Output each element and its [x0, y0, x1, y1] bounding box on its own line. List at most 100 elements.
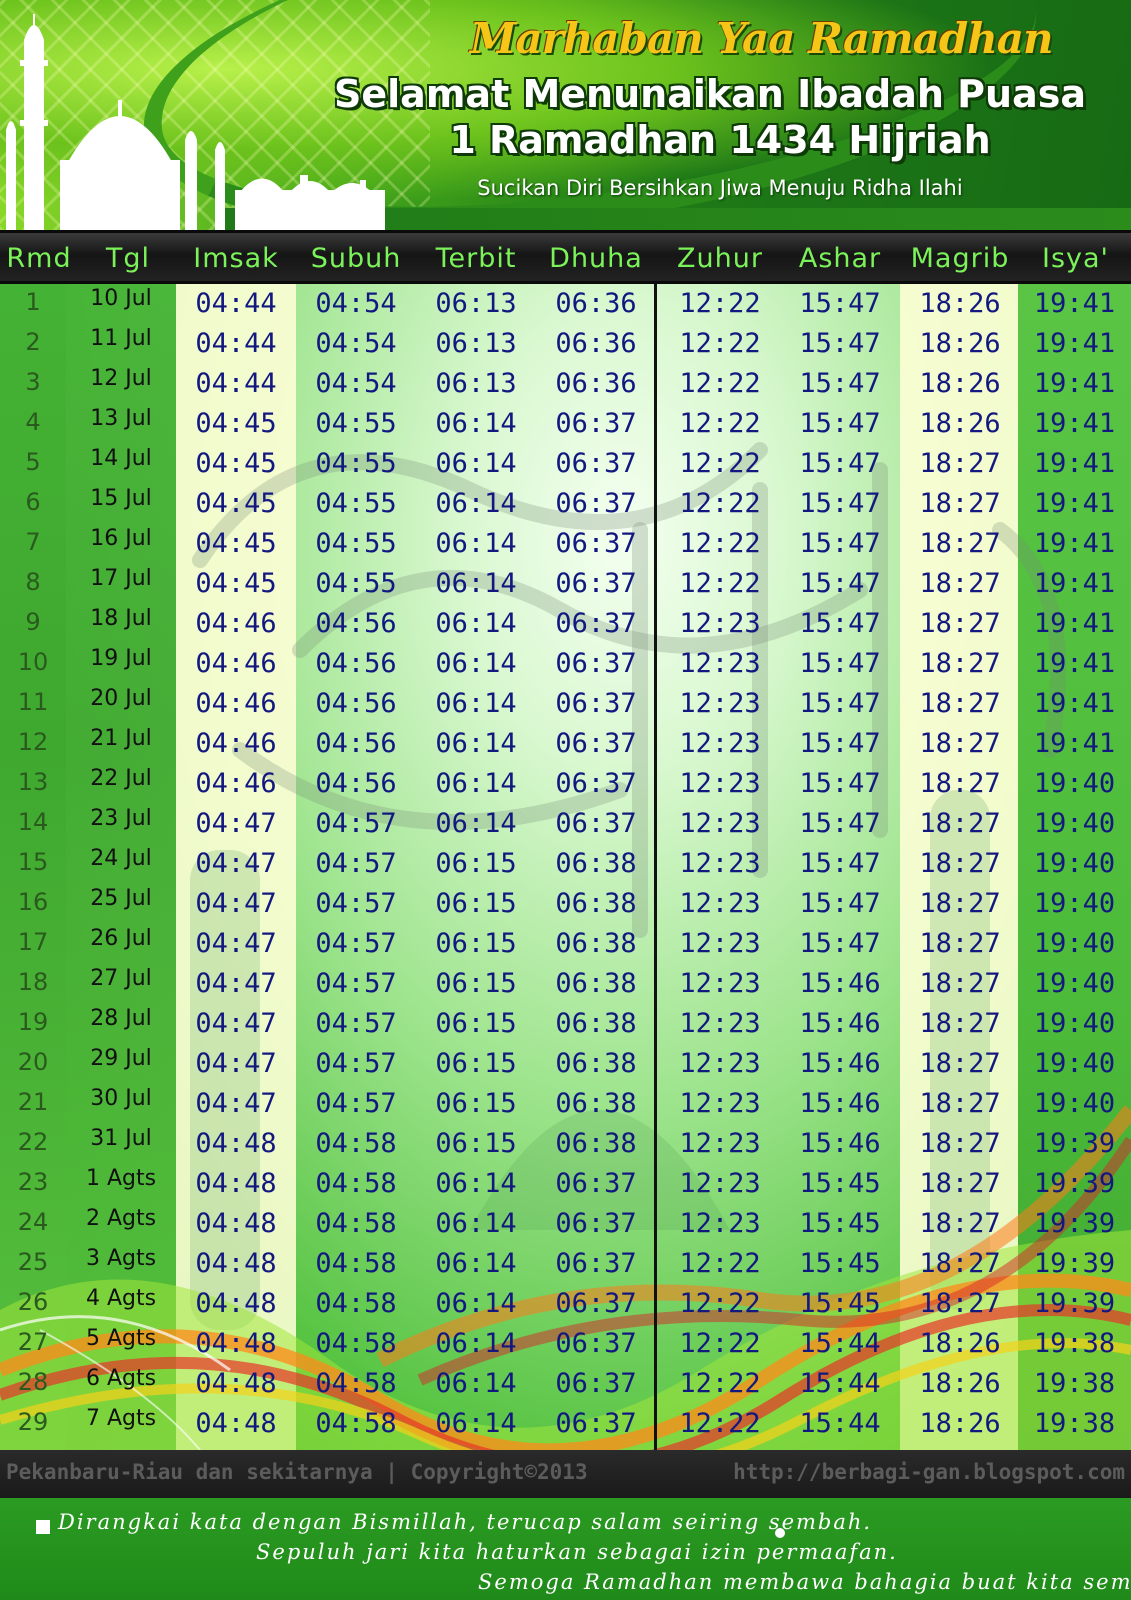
cell-subuh: 04:58: [315, 1408, 397, 1439]
cell-tgl: 2 Agts: [85, 1206, 157, 1231]
cell-isya: 19:39: [1033, 1288, 1116, 1319]
cell-imsak: 04:46: [195, 768, 277, 799]
cell-zuhur: 12:22: [679, 1248, 761, 1279]
cell-ashar: 15:47: [799, 328, 881, 359]
cell-dhuha: 06:37: [555, 1248, 637, 1279]
cell-dhuha: 06:37: [555, 1408, 637, 1439]
cell-dhuha: 06:37: [555, 728, 637, 759]
cell-zuhur: 12:22: [679, 448, 761, 479]
table-row: 4 13 Jul 04:45 04:55 06:14 06:37 12:22 15:47 18:…: [0, 404, 1131, 444]
table-header-row: Rmd Tgl Imsak Subuh Terbit Dhuha Zuhur A…: [0, 230, 1131, 284]
cell-subuh: 04:57: [315, 1048, 397, 1079]
cell-imsak: 04:44: [195, 328, 277, 359]
cell-rmd: 7: [25, 528, 41, 556]
cell-rmd: 28: [17, 1368, 49, 1396]
cell-dhuha: 06:37: [555, 1368, 637, 1399]
table-row: 16 25 Jul 04:47 04:57 06:15 06:38 12:23 15:47 18…: [0, 884, 1131, 924]
cell-ashar: 15:47: [799, 608, 881, 639]
cell-isya: 19:41: [1033, 568, 1116, 599]
cell-ashar: 15:45: [799, 1208, 881, 1239]
cell-dhuha: 06:37: [555, 1288, 637, 1319]
cell-magrib: 18:27: [919, 928, 1001, 959]
cell-terbit: 06:14: [435, 1288, 517, 1319]
table-row: 21 30 Jul 04:47 04:57 06:15 06:38 12:23 15:46 18…: [0, 1084, 1131, 1124]
cell-subuh: 04:57: [315, 808, 397, 839]
cell-subuh: 04:55: [315, 488, 397, 519]
cell-zuhur: 12:23: [679, 1208, 761, 1239]
cell-ashar: 15:46: [799, 1088, 881, 1119]
cell-dhuha: 06:37: [555, 808, 637, 839]
cell-zuhur: 12:23: [679, 808, 761, 839]
cell-terbit: 06:15: [435, 1008, 517, 1039]
col-header-terbit: Terbit: [435, 243, 517, 274]
cell-imsak: 04:48: [195, 1368, 277, 1399]
cell-tgl: 28 Jul: [90, 1006, 152, 1031]
cell-ashar: 15:47: [799, 808, 881, 839]
col-header-imsak: Imsak: [193, 243, 279, 274]
cell-isya: 19:38: [1033, 1328, 1116, 1359]
cell-ashar: 15:46: [799, 968, 881, 999]
cell-ashar: 15:46: [799, 1008, 881, 1039]
cell-isya: 19:41: [1033, 648, 1116, 679]
cell-ashar: 15:47: [799, 848, 881, 879]
cell-ashar: 15:47: [799, 408, 881, 439]
cell-terbit: 06:15: [435, 1048, 517, 1079]
cell-magrib: 18:27: [919, 968, 1001, 999]
cell-zuhur: 12:23: [679, 768, 761, 799]
cell-dhuha: 06:37: [555, 528, 637, 559]
table-row: 11 20 Jul 04:46 04:56 06:14 06:37 12:23 15:47 18…: [0, 684, 1131, 724]
cell-tgl: 31 Jul: [90, 1126, 152, 1151]
cell-subuh: 04:58: [315, 1368, 397, 1399]
cell-magrib: 18:27: [919, 568, 1001, 599]
table-row: 25 3 Agts 04:48 04:58 06:14 06:37 12:22 15:45 18…: [0, 1244, 1131, 1284]
cell-imsak: 04:48: [195, 1248, 277, 1279]
cell-dhuha: 06:38: [555, 928, 637, 959]
cell-dhuha: 06:37: [555, 608, 637, 639]
cell-tgl: 16 Jul: [90, 526, 152, 551]
table-row: 1 10 Jul 04:44 04:54 06:13 06:36 12:22 15:47 18:…: [0, 284, 1131, 324]
cell-subuh: 04:54: [315, 288, 397, 319]
cell-magrib: 18:27: [919, 768, 1001, 799]
cell-dhuha: 06:37: [555, 408, 637, 439]
cell-tgl: 6 Agts: [85, 1366, 157, 1391]
cell-imsak: 04:46: [195, 728, 277, 759]
table-row: 10 19 Jul 04:46 04:56 06:14 06:37 12:23 15:47 18…: [0, 644, 1131, 684]
cell-isya: 19:41: [1033, 528, 1116, 559]
blog-url-link[interactable]: http://berbagi-gan.blogspot.com: [733, 1460, 1125, 1484]
cell-imsak: 04:45: [195, 488, 277, 519]
cell-imsak: 04:47: [195, 1048, 277, 1079]
cell-ashar: 15:44: [799, 1408, 881, 1439]
cell-dhuha: 06:37: [555, 768, 637, 799]
cell-ashar: 15:47: [799, 728, 881, 759]
cell-magrib: 18:27: [919, 1168, 1001, 1199]
cell-tgl: 21 Jul: [90, 726, 152, 751]
cell-dhuha: 06:38: [555, 888, 637, 919]
cell-magrib: 18:26: [919, 368, 1001, 399]
cell-rmd: 9: [25, 608, 41, 636]
cell-isya: 19:41: [1033, 608, 1116, 639]
cell-zuhur: 12:23: [679, 608, 761, 639]
cell-rmd: 18: [17, 968, 49, 996]
cell-isya: 19:40: [1033, 1088, 1116, 1119]
table-row: 19 28 Jul 04:47 04:57 06:15 06:38 12:23 15:46 18…: [0, 1004, 1131, 1044]
poem-line-1: Dirangkai kata dengan Bismillah, terucap…: [58, 1510, 873, 1534]
cell-subuh: 04:57: [315, 1008, 397, 1039]
cell-zuhur: 12:23: [679, 1168, 761, 1199]
cell-terbit: 06:14: [435, 768, 517, 799]
cell-magrib: 18:26: [919, 1368, 1001, 1399]
main-title: Selamat Menunaikan Ibadah Puasa: [334, 72, 1086, 116]
cell-isya: 19:40: [1033, 1008, 1116, 1039]
cell-terbit: 06:15: [435, 968, 517, 999]
table-row: 9 18 Jul 04:46 04:56 06:14 06:37 12:23 15:47 18:…: [0, 604, 1131, 644]
cell-isya: 19:40: [1033, 928, 1116, 959]
cell-rmd: 22: [17, 1128, 49, 1156]
cell-dhuha: 06:38: [555, 1048, 637, 1079]
cell-dhuha: 06:36: [555, 328, 637, 359]
cell-imsak: 04:45: [195, 408, 277, 439]
cell-imsak: 04:48: [195, 1208, 277, 1239]
cell-tgl: 14 Jul: [90, 446, 152, 471]
cell-rmd: 17: [17, 928, 49, 956]
cell-isya: 19:41: [1033, 488, 1116, 519]
cell-magrib: 18:26: [919, 1328, 1001, 1359]
cell-tgl: 1 Agts: [85, 1166, 157, 1191]
